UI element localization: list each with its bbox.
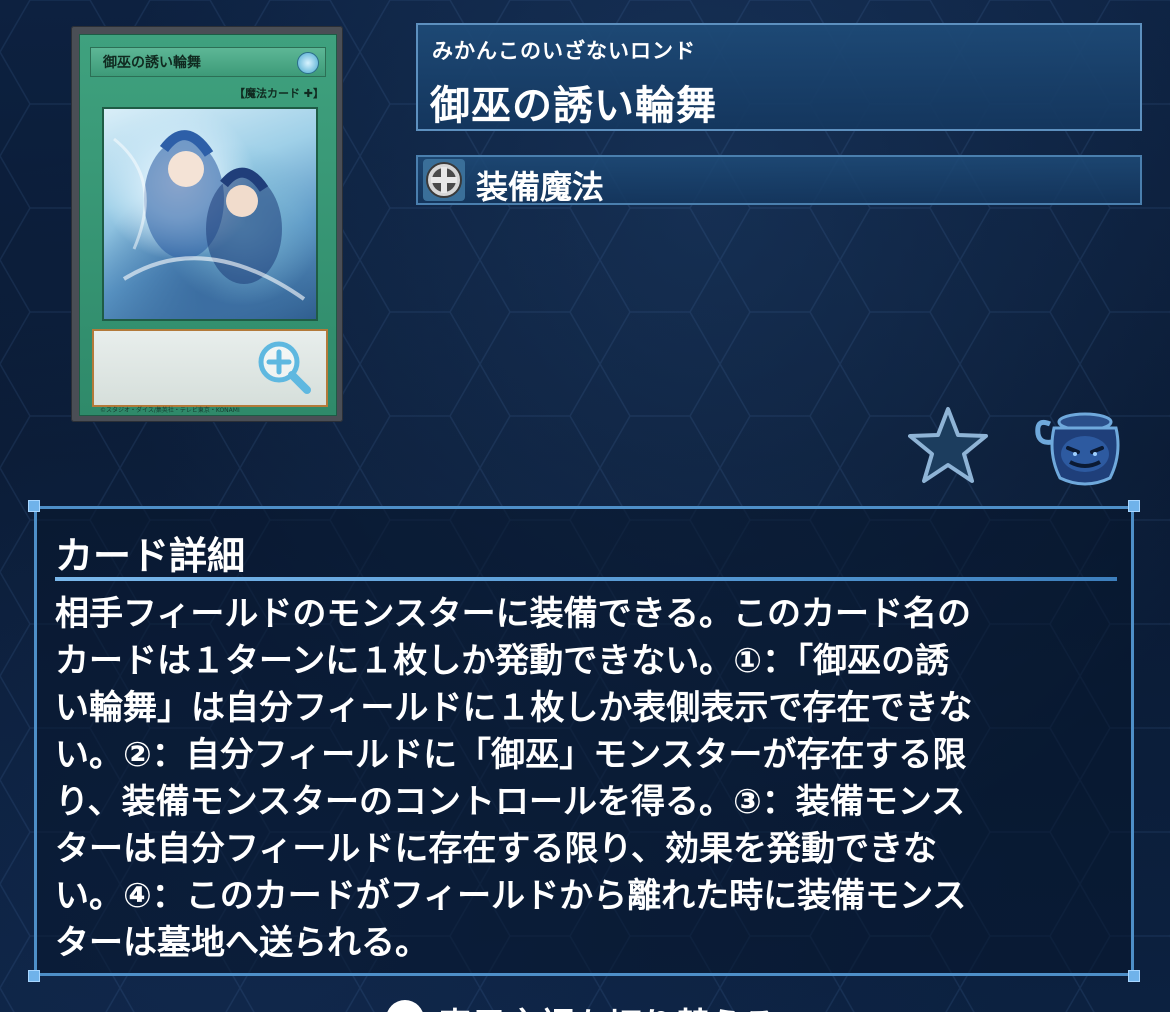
language-toggle-label: 表示言語を切り替える <box>438 998 777 1012</box>
globe-icon <box>386 1000 424 1012</box>
card-image-name: 御巫の誘い輪舞 <box>103 55 201 71</box>
zoom-in-icon <box>258 341 311 394</box>
panel-corner <box>1128 970 1140 982</box>
star-icon <box>908 407 988 483</box>
panel-corner <box>1128 500 1140 512</box>
language-toggle-button[interactable]: 表示言語を切り替える <box>386 992 806 1012</box>
card-name: 御巫の誘い輪舞 <box>430 83 717 129</box>
card-effect-text: 相手フィールドのモンスターに装備できる。このカード名の カードは１ターンに１枚し… <box>55 594 973 963</box>
panel-corner <box>28 970 40 982</box>
card-detail-heading: カード詳細 <box>55 534 246 578</box>
card-image-namebar: 御巫の誘い輪舞 <box>90 47 326 77</box>
card-type-label: 装備魔法 <box>476 168 605 206</box>
equip-spell-icon <box>423 159 465 201</box>
pot-of-greed-icon <box>1035 412 1120 486</box>
card-name-panel: みかんこのいざないロンド 御巫の誘い輪舞 <box>416 23 1142 131</box>
zoom-button[interactable] <box>255 338 313 396</box>
card-type-panel: 装備魔法 <box>416 155 1142 206</box>
card-detail-divider <box>55 577 1117 581</box>
favorite-button[interactable] <box>908 405 988 485</box>
pot-button[interactable] <box>1030 404 1125 490</box>
panel-corner <box>28 500 40 512</box>
spell-attribute-icon <box>297 52 319 74</box>
artwork-figures <box>113 130 306 301</box>
card-image-typeline: 【魔法カード ✚】 <box>233 87 324 100</box>
card-name-ruby: みかんこのいざないロンド <box>432 39 696 63</box>
card-image-copyright: ©スタジオ・ダイス/集英社・テレビ東京・KONAMI <box>100 407 240 414</box>
card-artwork <box>102 107 318 321</box>
card-detail-panel: カード詳細 相手フィールドのモンスターに装備できる。このカード名の カードは１タ… <box>34 506 1134 976</box>
